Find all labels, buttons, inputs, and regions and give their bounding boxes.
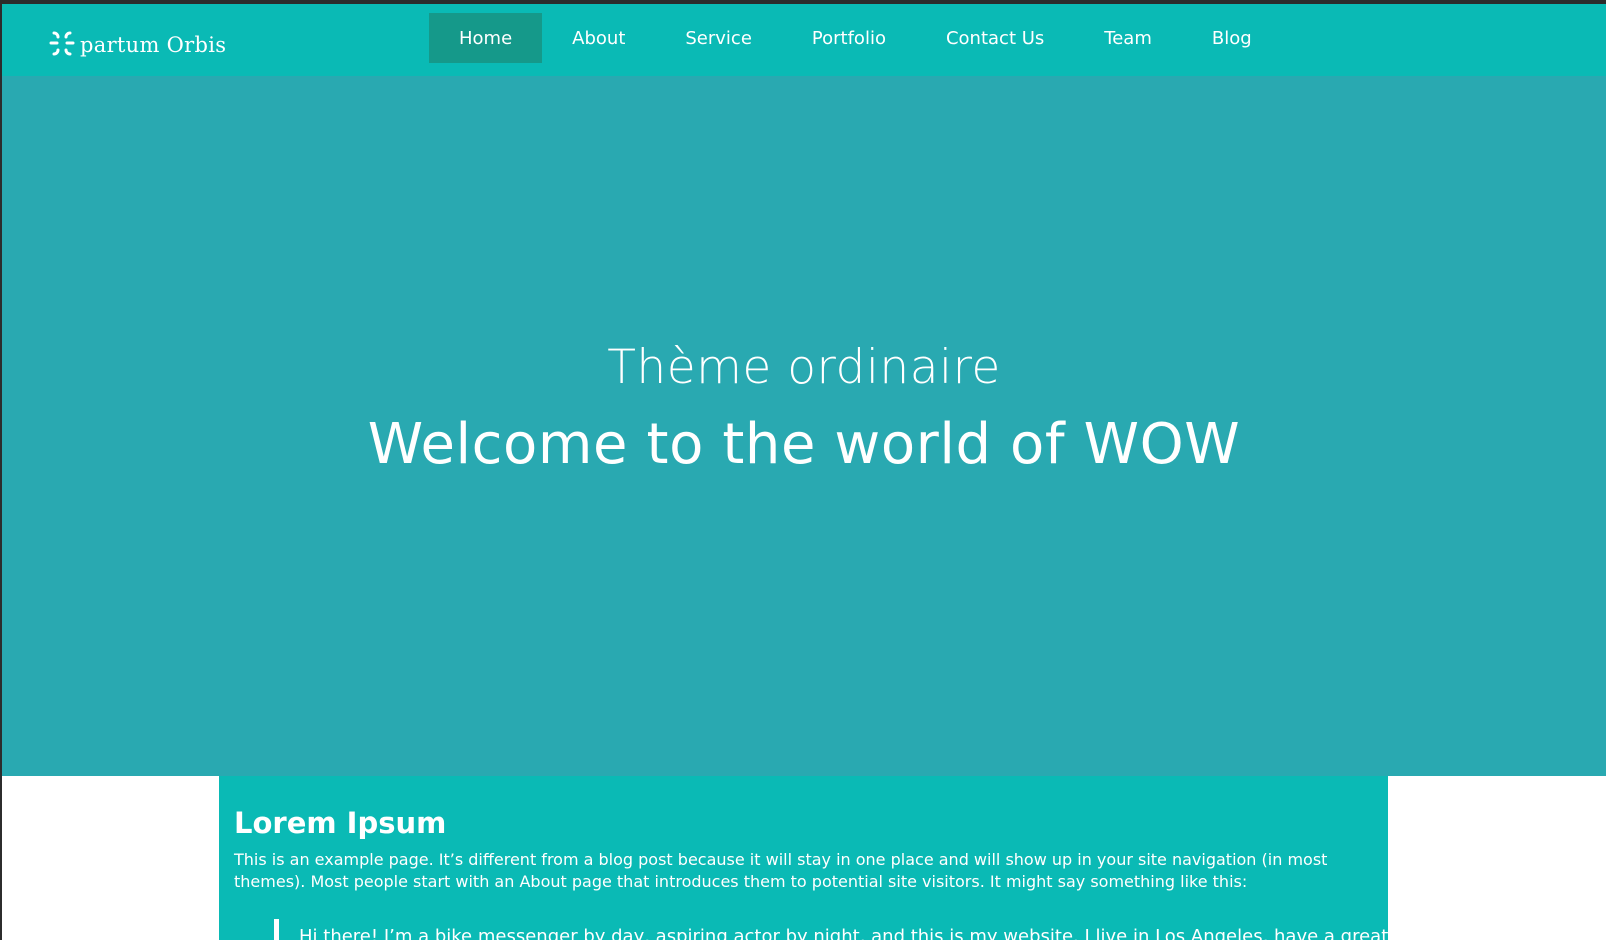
content-panel: Lorem Ipsum This is an example page. It’… — [219, 776, 1388, 940]
nav-item-about[interactable]: About — [542, 13, 655, 63]
content-blockquote: Hi there! I’m a bike messenger by day, a… — [274, 919, 1388, 940]
main-nav: Home About Service Portfolio Contact Us … — [429, 13, 1282, 63]
hero-banner: Thème ordinaire Welcome to the world of … — [2, 76, 1606, 776]
logo-text: partum Orbis — [80, 33, 227, 57]
nav-item-home[interactable]: Home — [429, 13, 543, 63]
content-paragraph: This is an example page. It’s different … — [234, 850, 1328, 891]
content-heading: Lorem Ipsum — [234, 806, 447, 840]
nav-item-portfolio[interactable]: Portfolio — [782, 13, 916, 63]
quote-text: Hi there! I’m a bike messenger by day, a… — [299, 926, 1388, 940]
site-logo[interactable]: partum Orbis — [48, 28, 226, 62]
hero-subtitle: Thème ordinaire — [607, 340, 1001, 395]
nav-item-contact-us[interactable]: Contact Us — [916, 13, 1074, 63]
nav-item-service[interactable]: Service — [655, 13, 782, 63]
site-header: partum Orbis Home About Service Portfoli… — [2, 4, 1606, 76]
hero-title: Welcome to the world of WOW — [367, 412, 1241, 477]
nav-item-team[interactable]: Team — [1074, 13, 1182, 63]
nav-item-blog[interactable]: Blog — [1182, 13, 1282, 63]
broken-circle-logo-icon — [49, 31, 75, 56]
